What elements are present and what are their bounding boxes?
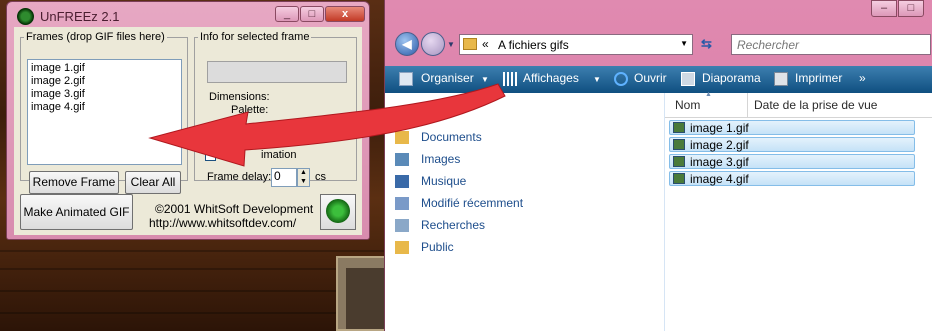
drag-arrow-annotation [148,83,506,167]
